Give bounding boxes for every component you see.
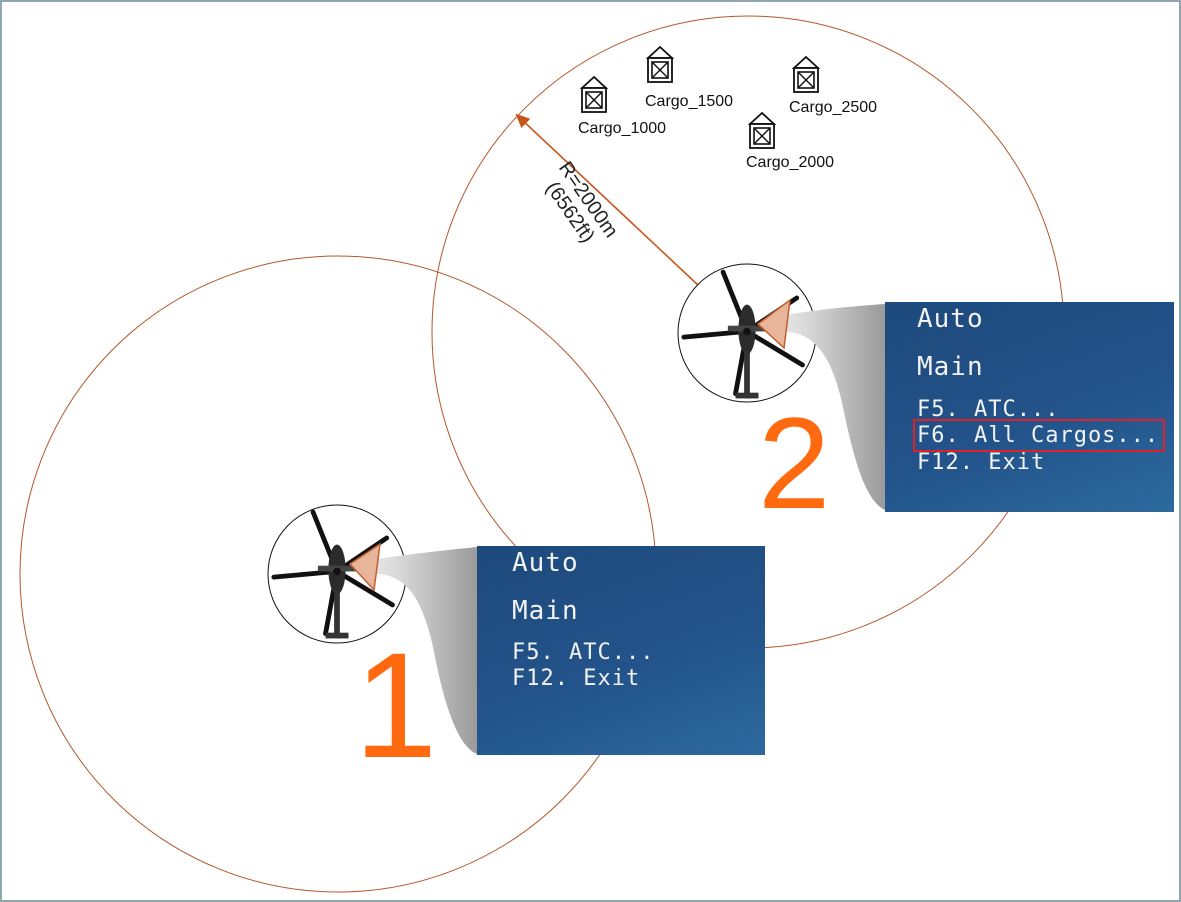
cargo-label: Cargo_1500 <box>645 93 734 110</box>
cargo-label: Cargo_1000 <box>578 120 667 137</box>
diagram-canvas: Cargo_1000 Cargo_1500 Cargo_2500 Cargo_2… <box>0 0 1181 902</box>
menu-item-exit[interactable]: F12. Exit <box>917 450 1045 475</box>
menu-title-auto: Auto <box>512 548 579 578</box>
cargo-2500-icon <box>793 56 819 93</box>
menu-item-atc[interactable]: F5. ATC... <box>512 640 654 665</box>
menu-item-exit[interactable]: F12. Exit <box>512 666 640 691</box>
cargo-label: Cargo_2000 <box>746 154 835 171</box>
menu-item-all-cargos[interactable]: F6. All Cargos... <box>912 419 1166 452</box>
step-number-1: 1 <box>354 621 438 789</box>
cargo-2000-icon <box>749 112 775 149</box>
radio-menu-panel-1: Auto Main F5. ATC... F12. Exit <box>477 546 765 755</box>
cargo-1000-icon <box>581 76 607 113</box>
step-number-2: 2 <box>758 390 831 536</box>
cargo-label: Cargo_2500 <box>789 99 878 116</box>
menu-title-main: Main <box>512 596 579 626</box>
radio-menu-panel-2: Auto Main F5. ATC... F6. All Cargos... F… <box>885 302 1174 512</box>
menu-title-main: Main <box>917 352 984 382</box>
menu-title-auto: Auto <box>917 304 984 334</box>
menu-item-atc[interactable]: F5. ATC... <box>917 397 1059 422</box>
cargo-1500-icon <box>647 46 673 83</box>
